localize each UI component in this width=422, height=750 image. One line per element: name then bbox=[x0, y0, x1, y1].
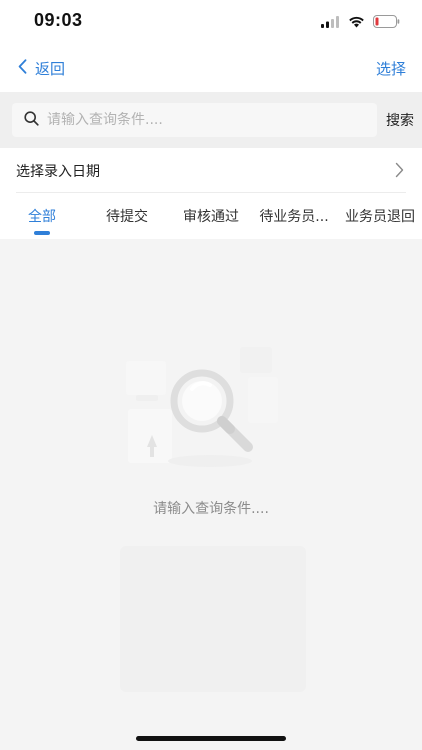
active-tab-indicator bbox=[34, 231, 50, 235]
empty-state-message: 请输入查询条件.... bbox=[153, 501, 269, 517]
status-time: 09:03 bbox=[34, 10, 83, 30]
tab-approved[interactable]: 审核通过 bbox=[178, 193, 244, 239]
placeholder-card bbox=[120, 546, 306, 692]
wifi-icon bbox=[348, 13, 365, 32]
home-indicator bbox=[136, 736, 286, 741]
status-bar: 09:03 bbox=[0, 0, 422, 44]
chevron-right-icon bbox=[395, 162, 404, 182]
search-icon bbox=[24, 110, 39, 130]
search-input[interactable] bbox=[47, 112, 347, 128]
search-row: 搜索 bbox=[0, 92, 422, 148]
empty-search-illustration bbox=[118, 343, 288, 482]
select-button[interactable]: 选择 bbox=[376, 44, 406, 92]
back-button[interactable]: 返回 bbox=[18, 44, 65, 92]
search-box[interactable] bbox=[12, 103, 377, 137]
search-button[interactable]: 搜索 bbox=[386, 103, 414, 137]
tab-pending-salesperson[interactable]: 待业务员... bbox=[256, 193, 332, 239]
tab-pending-submit[interactable]: 待提交 bbox=[96, 193, 158, 239]
date-filter-row[interactable]: 选择录入日期 bbox=[0, 148, 422, 193]
status-icons bbox=[321, 13, 400, 31]
date-filter-label: 选择录入日期 bbox=[16, 163, 100, 180]
battery-low-icon bbox=[373, 13, 400, 32]
nav-bar: 返回 选择 bbox=[0, 44, 422, 92]
back-label: 返回 bbox=[35, 59, 66, 78]
signal-icon bbox=[321, 13, 340, 32]
status-tabs: 全部 待提交 审核通过 待业务员... 业务员退回 bbox=[0, 193, 422, 239]
tab-salesperson-returned[interactable]: 业务员退回 bbox=[340, 193, 420, 239]
chevron-left-icon bbox=[18, 58, 27, 78]
